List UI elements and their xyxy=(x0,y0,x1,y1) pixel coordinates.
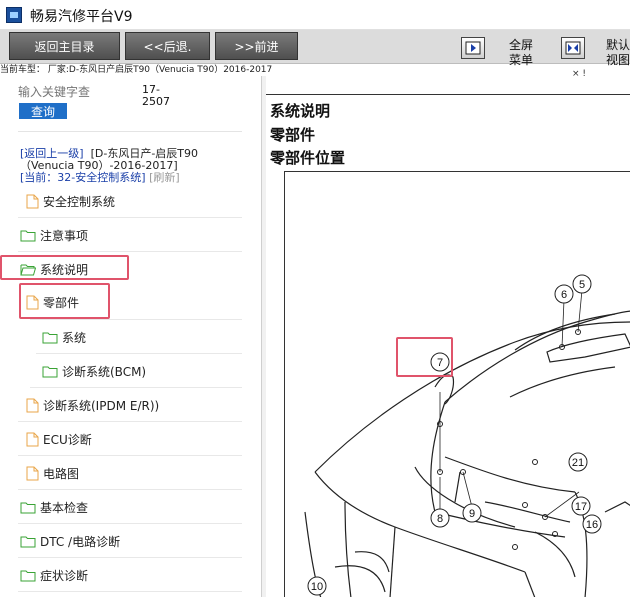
component-location-diagram: 5 6 7 21 17 16 8 9 10 xyxy=(284,171,630,597)
tree-item-dtc-circuit[interactable]: DTC /电路诊断 xyxy=(20,528,120,554)
folder-icon xyxy=(20,230,36,241)
tree-item-label: 系统 xyxy=(62,330,87,345)
tree-item-ecu-diagnosis[interactable]: ECU诊断 xyxy=(26,426,92,452)
content-panel: × ! 系统说明 零部件 零部件位置 5 6 7 21 17 16 8 9 10 xyxy=(266,69,630,597)
folder-icon xyxy=(42,366,58,377)
folder-icon xyxy=(20,502,36,513)
heading-component-location: 零部件位置 xyxy=(270,149,346,167)
breadcrumb: [返回上一级] [D-东风日产-启辰T90 （Venucia T90）-2016… xyxy=(20,148,255,184)
svg-text:21: 21 xyxy=(572,457,584,469)
row-divider xyxy=(30,319,242,320)
current-car-model: 当前车型： 厂家:D-东风日产启辰T90（Venucia T90）2016-20… xyxy=(0,65,273,75)
car-diagram: 5 6 7 21 17 16 8 9 10 xyxy=(304,274,630,597)
callout-leaders xyxy=(439,289,583,518)
tree-item-label: 症状诊断 xyxy=(40,568,89,583)
tree-item-label: ECU诊断 xyxy=(43,432,92,447)
divider xyxy=(18,131,242,132)
callout-10: 10 xyxy=(307,576,327,596)
row-divider xyxy=(18,421,242,422)
callout-5: 5 xyxy=(572,274,592,294)
side-code-line-2: 2507 xyxy=(142,95,170,108)
highlight-system-description xyxy=(0,255,129,280)
heading-system-description: 系统说明 xyxy=(270,102,331,120)
highlight-callout-7 xyxy=(396,337,453,377)
app-icon xyxy=(6,7,22,23)
back-button[interactable]: <<后退. xyxy=(125,32,210,60)
callout-6: 6 xyxy=(554,284,574,304)
document-icon xyxy=(26,466,39,480)
svg-text:8: 8 xyxy=(437,513,443,525)
tree-item-label: 电路图 xyxy=(43,466,80,481)
callout-17: 17 xyxy=(571,496,591,516)
search-input[interactable] xyxy=(18,84,130,100)
row-divider xyxy=(18,217,242,218)
search-button[interactable]: 查询 xyxy=(19,103,67,119)
tree-item-label: 诊断系统(BCM) xyxy=(62,364,147,379)
highlight-components xyxy=(19,283,110,319)
title-bar: 畅易汽修平台V9 xyxy=(0,0,630,30)
callout-8: 8 xyxy=(430,508,450,528)
svg-text:5: 5 xyxy=(579,279,585,291)
tree-item-diagnosis-ipdm[interactable]: 诊断系统(IPDM E/R)) xyxy=(26,392,159,418)
tree-item-label: 安全控制系统 xyxy=(43,194,116,209)
heading-components: 零部件 xyxy=(270,126,316,144)
tree-item-notes[interactable]: 注意事项 xyxy=(20,222,88,248)
document-icon xyxy=(26,398,39,412)
tree-item-symptom-diagnosis[interactable]: 症状诊断 xyxy=(20,562,88,588)
svg-text:9: 9 xyxy=(469,508,475,520)
callout-9: 9 xyxy=(462,503,482,523)
tree-item-label: 基本检查 xyxy=(40,500,89,515)
callout-21: 21 xyxy=(568,452,588,472)
row-divider xyxy=(18,455,242,456)
tree-item-label: 诊断系统(IPDM E/R)) xyxy=(43,398,160,413)
tree-item-safety-control[interactable]: 安全控制系统 xyxy=(26,188,115,214)
row-divider xyxy=(18,251,242,252)
tree-item-basic-check[interactable]: 基本检查 xyxy=(20,494,88,520)
search-side-code: 17- 2507 xyxy=(142,84,170,108)
fullscreen-menu-icon[interactable] xyxy=(461,37,485,59)
fullscreen-label-line-1: 全屏 xyxy=(508,38,533,52)
row-divider xyxy=(18,557,242,558)
svg-text:16: 16 xyxy=(586,519,598,531)
forward-button[interactable]: >>前进 xyxy=(215,32,298,60)
row-divider xyxy=(36,353,242,354)
refresh-link[interactable]: [刷新] xyxy=(149,171,180,184)
tree-item-diagnosis-bcm[interactable]: 诊断系统(BCM) xyxy=(42,358,146,384)
svg-text:17: 17 xyxy=(575,501,587,513)
row-divider xyxy=(18,489,242,490)
folder-icon xyxy=(20,536,36,547)
connector-markers xyxy=(437,329,581,550)
breadcrumb-current: [当前：32-安全控制系统] xyxy=(20,171,146,184)
home-button[interactable]: 返回主目录 xyxy=(9,32,120,60)
row-divider xyxy=(18,591,242,592)
document-icon xyxy=(26,432,39,446)
tree-item-system[interactable]: 系统 xyxy=(42,324,86,350)
svg-text:6: 6 xyxy=(561,289,567,301)
row-divider xyxy=(18,523,242,524)
default-label-line-1: 默认 xyxy=(605,38,630,52)
folder-icon xyxy=(20,570,36,581)
window-title: 畅易汽修平台V9 xyxy=(30,9,133,25)
content-corner-mark: × ! xyxy=(572,69,587,79)
tree-item-label: 注意事项 xyxy=(40,228,89,243)
toolbar: 返回主目录 <<后退. >>前进 全屏 菜单 默认 视图 xyxy=(0,30,630,67)
folder-icon xyxy=(42,332,58,343)
callout-16: 16 xyxy=(582,514,602,534)
row-divider xyxy=(30,387,242,388)
tree-item-label: DTC /电路诊断 xyxy=(40,534,121,549)
left-panel: 查询 17- 2507 [返回上一级] [D-东风日产-启辰T90 （Venuc… xyxy=(0,76,262,597)
svg-text:10: 10 xyxy=(311,581,323,593)
content-top-rule xyxy=(266,94,630,95)
document-icon xyxy=(26,194,39,208)
default-view-icon[interactable] xyxy=(561,37,585,59)
tree-item-circuit-diagram[interactable]: 电路图 xyxy=(26,460,79,486)
